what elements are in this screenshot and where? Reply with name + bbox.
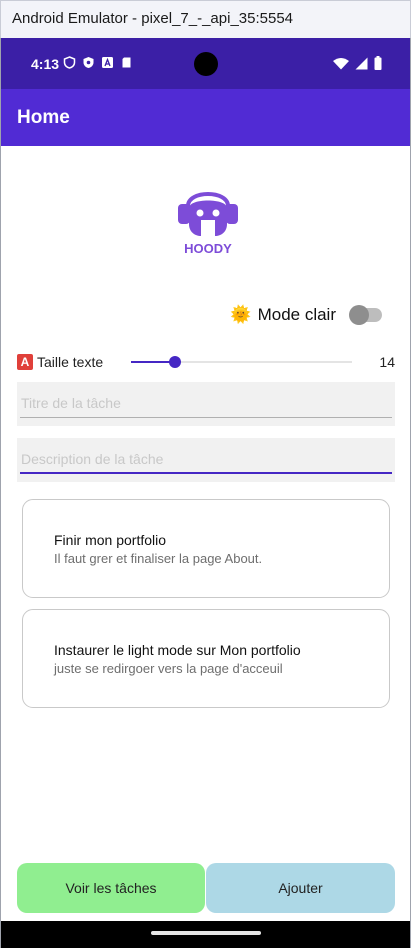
status-icons-left — [63, 56, 133, 69]
status-icons-right — [333, 56, 382, 75]
sun-icon: 🌞 — [230, 305, 252, 324]
wifi-icon — [333, 57, 349, 75]
task-description-underline — [20, 472, 392, 474]
theme-toggle[interactable] — [349, 305, 382, 325]
hoody-logo: HOODY — [178, 192, 238, 256]
status-time: 4:13 — [31, 56, 60, 72]
task-card[interactable]: Finir mon portfolio Il faut grer et fina… — [22, 499, 390, 598]
vpn-icon — [82, 56, 95, 69]
battery-icon — [374, 56, 382, 75]
emulator-title-bar: Android Emulator - pixel_7_-_api_35:5554 — [0, 0, 411, 38]
page-title: Home — [17, 107, 70, 128]
navigation-bar — [1, 921, 410, 948]
text-size-value: 14 — [379, 354, 395, 370]
theme-toggle-knob[interactable] — [349, 305, 369, 325]
slider-thumb[interactable] — [169, 356, 181, 368]
task-description-input[interactable] — [21, 444, 391, 474]
task-card[interactable]: Instaurer le light mode sur Mon portfoli… — [22, 609, 390, 708]
logo-text: HOODY — [184, 241, 232, 256]
sd-card-icon — [120, 56, 133, 69]
app-a-icon — [101, 56, 114, 69]
home-gesture-handle[interactable] — [151, 931, 261, 935]
add-task-button[interactable]: Ajouter — [206, 863, 395, 913]
text-size-row: A Taille texte 14 — [17, 352, 395, 372]
signal-icon — [355, 57, 368, 75]
shield-icon — [63, 56, 76, 69]
camera-cutout — [194, 52, 218, 76]
theme-label: Mode clair — [257, 305, 336, 324]
task-description: Il faut grer et finaliser la page About. — [54, 551, 263, 566]
status-bar: 4:13 — [1, 38, 410, 89]
app-bar: Home — [1, 89, 410, 146]
task-title: Instaurer le light mode sur Mon portfoli… — [54, 642, 301, 658]
task-description-field — [17, 438, 395, 482]
phone-screen: 4:13 Home HOODY 🌞 Mode clair A Taille te… — [0, 38, 411, 948]
window-title: Android Emulator - pixel_7_-_api_35:5554 — [12, 10, 294, 27]
task-title: Finir mon portfolio — [54, 532, 167, 548]
letter-a-icon: A — [17, 354, 33, 370]
task-description: juste se redirgoer vers la page d'acceui… — [54, 661, 283, 676]
text-size-label: Taille texte — [37, 354, 104, 370]
view-tasks-button[interactable]: Voir les tâches — [17, 863, 205, 913]
task-title-underline — [20, 417, 392, 418]
task-title-field — [17, 382, 395, 426]
task-title-input[interactable] — [21, 388, 391, 418]
text-size-slider[interactable] — [131, 356, 352, 368]
theme-row: 🌞 Mode clair — [230, 305, 382, 325]
